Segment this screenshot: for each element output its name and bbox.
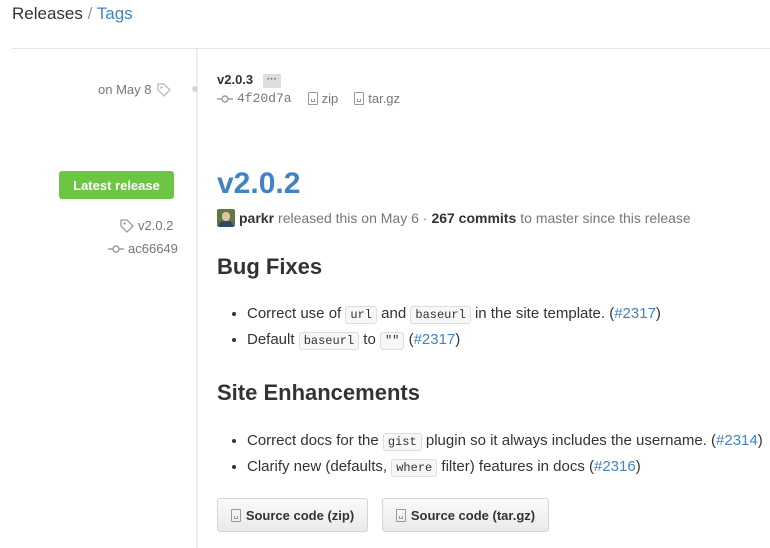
note-text: to [363, 331, 376, 348]
commit-icon [108, 244, 124, 253]
issue-link[interactable]: #2317 [414, 331, 456, 348]
targz-file-icon [354, 92, 365, 105]
list-item: Clarify new (defaults, where filter) fea… [247, 456, 763, 482]
note-text: ) [757, 432, 763, 449]
inline-code: where [391, 459, 438, 477]
timeline-dot [192, 86, 198, 92]
tag-icon [157, 82, 172, 97]
inline-code: baseurl [298, 332, 360, 350]
released-text: released this on May 6 · [278, 210, 428, 226]
issue-link[interactable]: #2316 [594, 458, 636, 475]
older-commit-link[interactable]: 4f20d7a [237, 91, 292, 106]
since-text: to master since this release [520, 210, 691, 226]
note-text: plugin so it always includes the usernam… [425, 432, 717, 449]
section-heading-site-enhancements: Site Enhancements [217, 380, 420, 405]
latest-commit-link[interactable]: ac66649 [128, 241, 178, 256]
author-link[interactable]: parkr [239, 210, 274, 226]
note-text: Correct docs for the [247, 432, 379, 449]
older-release-date-text: on May 8 [98, 82, 152, 97]
site-enhancements-list: Correct docs for the gist plugin so it a… [217, 430, 763, 482]
bug-fixes-list: Correct use of url and baseurl in the si… [217, 303, 661, 355]
breadcrumb-separator: / [87, 4, 93, 23]
older-release-version-link[interactable]: v2.0.3 [217, 72, 253, 87]
source-code-zip-label: Source code (zip) [245, 507, 355, 523]
note-text: filter) features in docs ( [441, 458, 594, 475]
latest-release-badge: Latest release [59, 171, 174, 199]
note-text: Correct use of [247, 305, 342, 322]
note-text: Default [247, 331, 295, 348]
note-text: ) [635, 458, 641, 475]
issue-link[interactable]: #2317 [614, 305, 656, 322]
tags-link[interactable]: Tags [97, 4, 133, 23]
avatar[interactable] [217, 209, 235, 227]
zip-file-icon [230, 508, 241, 522]
targz-link[interactable]: tar.gz [368, 91, 400, 106]
older-release-meta: 4f20d7a zip tar.gz [217, 91, 400, 106]
targz-file-icon [395, 508, 406, 522]
source-code-zip-button[interactable]: Source code (zip) [217, 498, 368, 532]
release-meta: parkr released this on May 6 · 267 commi… [217, 209, 691, 227]
list-item: Correct docs for the gist plugin so it a… [247, 430, 763, 456]
note-text: ) [455, 331, 461, 348]
inline-code: url [345, 306, 377, 324]
breadcrumb: Releases / Tags [12, 4, 133, 24]
note-text: in the site template. ( [474, 305, 615, 322]
releases-label: Releases [12, 4, 83, 23]
tag-icon [120, 218, 134, 233]
list-item: Correct use of url and baseurl in the si… [247, 303, 661, 329]
note-text: ) [655, 305, 661, 322]
latest-tag: v2.0.2 [120, 218, 173, 233]
header-divider [12, 48, 770, 49]
timeline-line [196, 49, 198, 548]
expand-details-button[interactable]: ··· [262, 73, 281, 88]
inline-code: "" [379, 332, 405, 350]
note-text: Clarify new (defaults, [247, 458, 388, 475]
section-heading-bug-fixes: Bug Fixes [217, 254, 323, 279]
source-code-targz-button[interactable]: Source code (tar.gz) [382, 498, 549, 532]
older-release-date: on May 8 [98, 82, 172, 97]
note-text: and [381, 305, 407, 322]
list-item: Default baseurl to "" (#2317) [247, 329, 661, 355]
latest-tag-link[interactable]: v2.0.2 [138, 218, 173, 233]
zip-file-icon [307, 92, 318, 105]
inline-code: gist [382, 433, 422, 451]
older-release-header: v2.0.3 ··· [217, 72, 281, 88]
latest-commit: ac66649 [108, 241, 178, 256]
commit-icon [217, 94, 233, 103]
release-title[interactable]: v2.0.2 [217, 167, 300, 201]
zip-link[interactable]: zip [322, 91, 339, 106]
source-code-targz-label: Source code (tar.gz) [410, 507, 536, 523]
commits-count-link[interactable]: 267 commits [431, 210, 516, 226]
issue-link[interactable]: #2314 [716, 432, 758, 449]
inline-code: baseurl [410, 306, 471, 324]
